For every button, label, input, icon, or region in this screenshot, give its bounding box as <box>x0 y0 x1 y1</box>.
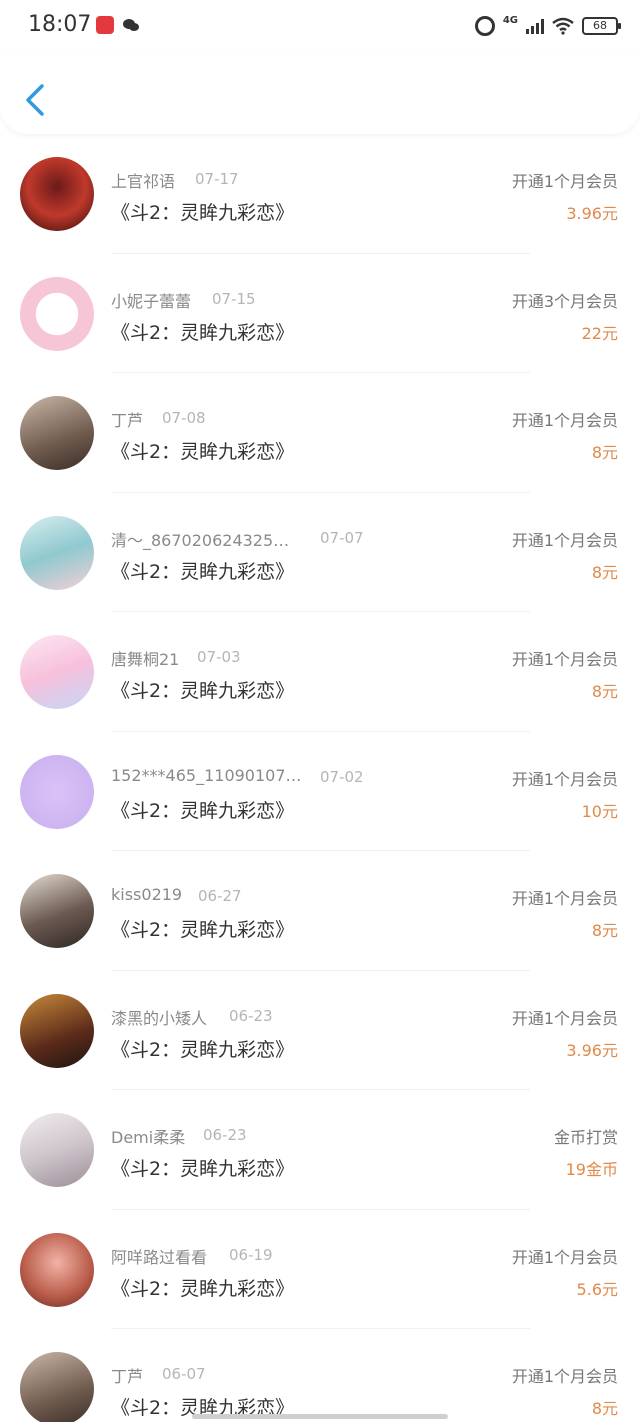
record-amount: 3.96元 <box>566 204 618 223</box>
record-amount: 8元 <box>591 443 618 462</box>
record-amount: 19金币 <box>565 1160 618 1179</box>
alarm-icon <box>474 16 495 36</box>
book-title: 《斗2：灵眸九彩恋》 <box>111 919 295 941</box>
avatar[interactable] <box>20 1352 94 1422</box>
record-date: 06-27 <box>198 887 242 905</box>
user-name: 清～_867020624325… <box>111 530 290 550</box>
user-name: 152***465_11090107… <box>111 765 302 785</box>
record-action: 开通1个月会员 <box>511 172 618 191</box>
avatar[interactable] <box>20 635 94 709</box>
avatar[interactable] <box>20 754 94 829</box>
list-item[interactable]: 152***465_11090107… 07-02 《斗2：灵眸九彩恋》 开通1个月会… <box>0 732 640 851</box>
avatar[interactable] <box>20 515 94 590</box>
record-action: 开通1个月会员 <box>511 650 618 669</box>
back-button[interactable] <box>20 82 52 118</box>
user-name: 唐舞桐21 <box>111 650 180 669</box>
record-date: 06-23 <box>203 1126 247 1144</box>
record-amount: 5.6元 <box>576 1279 618 1299</box>
book-title: 《斗2：灵眸九彩恋》 <box>111 799 295 822</box>
signal-icon <box>526 18 544 34</box>
user-name: 阿咩路过看看 <box>111 1247 208 1267</box>
user-name: 漆黑的小矮人 <box>111 1008 208 1028</box>
record-amount: 22元 <box>581 323 618 343</box>
book-title: 《斗2：灵眸九彩恋》 <box>111 680 295 702</box>
battery-icon: 68 <box>582 17 621 35</box>
book-title: 《斗2：灵眸九彩恋》 <box>111 441 295 463</box>
list-item[interactable]: 丁芦 06-07 《斗2：灵眸九彩恋》 开通1个月会员 8元 <box>0 1329 640 1422</box>
record-date: 06-19 <box>229 1245 273 1264</box>
record-date: 06-23 <box>229 1006 273 1025</box>
wifi-icon <box>552 17 574 35</box>
avatar[interactable] <box>20 396 94 470</box>
book-title: 《斗2：灵眸九彩恋》 <box>111 202 295 224</box>
record-action: 金币打赏 <box>553 1128 618 1147</box>
list-item[interactable]: 阿咩路过看看 06-19 《斗2：灵眸九彩恋》 开通1个月会员 5.6元 <box>0 1210 640 1329</box>
record-date: 07-03 <box>197 648 241 666</box>
record-amount: 8元 <box>591 921 618 940</box>
app-notification-icon <box>96 16 114 34</box>
record-date: 07-15 <box>212 289 256 308</box>
avatar[interactable] <box>20 874 94 948</box>
status-bar: 18:07 4G 68 <box>0 0 640 52</box>
avatar[interactable] <box>20 276 94 351</box>
avatar[interactable] <box>20 1113 94 1187</box>
record-amount: 3.96元 <box>566 1040 618 1060</box>
record-date: 07-17 <box>195 170 239 188</box>
record-date: 07-07 <box>320 528 364 547</box>
list-item[interactable]: 唐舞桐21 07-03 《斗2：灵眸九彩恋》 开通1个月会员 8元 <box>0 612 640 732</box>
record-amount: 8元 <box>591 682 618 701</box>
record-list: 上官祁语 07-17 《斗2：灵眸九彩恋》 开通1个月会员 3.96元 小妮子蕾蕾 07-1… <box>0 134 640 1422</box>
record-action: 开通1个月会员 <box>511 411 618 430</box>
user-name: kiss0219 <box>111 885 183 904</box>
book-title: 《斗2：灵眸九彩恋》 <box>111 1158 295 1180</box>
status-indicators: 4G 68 <box>474 14 621 38</box>
avatar[interactable] <box>20 1232 94 1307</box>
user-name: 丁芦 <box>111 1367 144 1386</box>
record-action: 开通1个月会员 <box>511 1247 618 1267</box>
book-title: 《斗2：灵眸九彩恋》 <box>111 1277 295 1300</box>
user-name: Demi柔柔 <box>111 1128 186 1147</box>
network-type: 4G <box>502 14 518 26</box>
list-item[interactable]: Demi柔柔 06-23 《斗2：灵眸九彩恋》 金币打赏 19金币 <box>0 1090 640 1210</box>
avatar[interactable] <box>20 993 94 1068</box>
list-item[interactable]: 清～_867020624325… 07-07 《斗2：灵眸九彩恋》 开通1个月会员 8元 <box>0 493 640 612</box>
list-item[interactable]: 上官祁语 07-17 《斗2：灵眸九彩恋》 开通1个月会员 3.96元 <box>0 134 640 254</box>
list-item[interactable]: kiss0219 06-27 《斗2：灵眸九彩恋》 开通1个月会员 8元 <box>0 851 640 971</box>
record-action: 开通1个月会员 <box>511 1008 618 1028</box>
record-action: 开通1个月会员 <box>511 1367 618 1386</box>
record-amount: 8元 <box>591 562 618 582</box>
record-amount: 10元 <box>581 801 618 821</box>
wechat-icon <box>123 19 139 31</box>
user-name: 小妮子蕾蕾 <box>111 291 192 311</box>
user-name: 上官祁语 <box>111 172 176 191</box>
avatar[interactable] <box>20 157 94 231</box>
record-action: 开通3个月会员 <box>511 291 618 311</box>
home-indicator[interactable] <box>192 1414 448 1419</box>
list-item[interactable]: 丁芦 07-08 《斗2：灵眸九彩恋》 开通1个月会员 8元 <box>0 373 640 493</box>
status-time: 18:07 <box>28 12 92 37</box>
record-action: 开通1个月会员 <box>511 530 618 550</box>
record-amount: 8元 <box>591 1399 618 1418</box>
nav-bar <box>0 52 640 134</box>
book-title: 《斗2：灵眸九彩恋》 <box>111 560 295 583</box>
record-date: 07-02 <box>320 767 364 786</box>
list-item[interactable]: 漆黑的小矮人 06-23 《斗2：灵眸九彩恋》 开通1个月会员 3.96元 <box>0 971 640 1090</box>
record-date: 06-07 <box>162 1365 206 1383</box>
record-action: 开通1个月会员 <box>511 769 618 789</box>
user-name: 丁芦 <box>111 411 144 430</box>
book-title: 《斗2：灵眸九彩恋》 <box>111 1038 295 1061</box>
book-title: 《斗2：灵眸九彩恋》 <box>111 321 295 344</box>
list-item[interactable]: 小妮子蕾蕾 07-15 《斗2：灵眸九彩恋》 开通3个月会员 22元 <box>0 254 640 373</box>
record-date: 07-08 <box>162 409 206 427</box>
record-action: 开通1个月会员 <box>511 889 618 908</box>
